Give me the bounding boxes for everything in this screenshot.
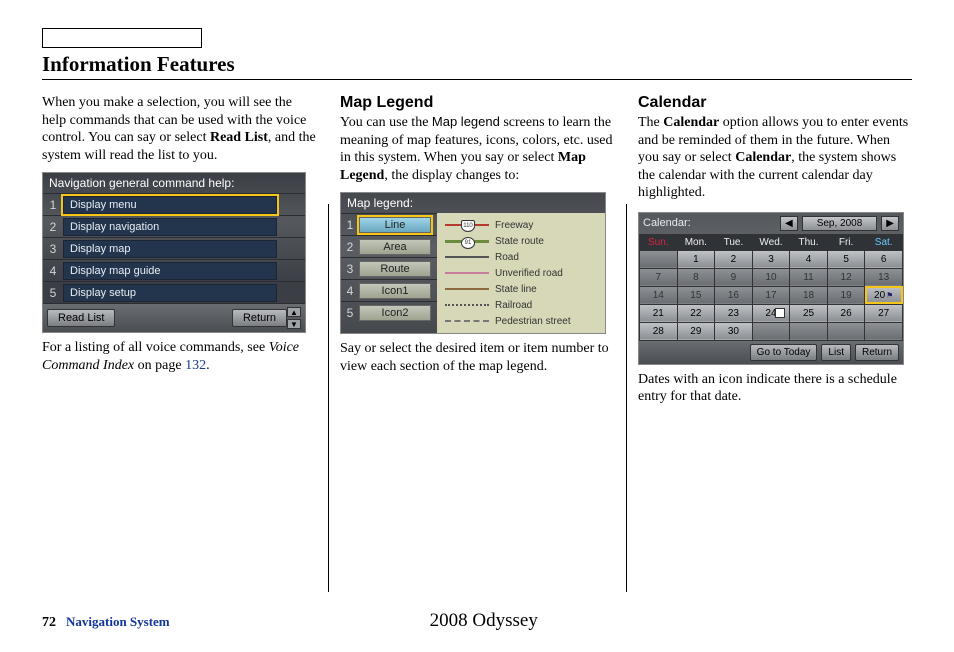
nav-screen-title: Navigation general command help: (43, 173, 305, 193)
nav-item-1[interactable]: 1Display menu (43, 193, 305, 215)
nav-help-screen: Navigation general command help: 1Displa… (42, 172, 306, 333)
section-label: Navigation System (66, 614, 170, 630)
map-tab-area[interactable]: 2Area (341, 235, 437, 257)
map-legend-panel: 110Freeway 91State route Road Unverified… (437, 213, 605, 333)
map-tabs: 1Line 2Area 3Route 4Icon1 5Icon2 (341, 213, 437, 333)
top-blank-box (42, 28, 202, 48)
cal-today[interactable]: 20 (865, 286, 903, 304)
col1-para2: For a listing of all voice commands, see… (42, 339, 316, 374)
nav-item-4[interactable]: 4Display map guide (43, 259, 305, 281)
columns: When you make a selection, you will see … (42, 94, 912, 412)
read-list-button[interactable]: Read List (47, 309, 115, 327)
map-tab-line[interactable]: 1Line (341, 213, 437, 235)
calendar-header: Calendar: ◀ Sep, 2008 ▶ (639, 213, 903, 234)
col3-para2: Dates with an icon indicate there is a s… (638, 371, 912, 406)
map-screen-title: Map legend: (341, 193, 605, 213)
cal-month-label: Sep, 2008 (802, 216, 878, 231)
nav-scroll-arrows[interactable]: ▲▼ (287, 307, 301, 329)
nav-item-5[interactable]: 5Display setup (43, 281, 305, 303)
calendar-footer: Go to Today List Return (639, 341, 903, 364)
map-tab-route[interactable]: 3Route (341, 257, 437, 279)
nav-return-button[interactable]: Return (232, 309, 287, 327)
cal-return-button[interactable]: Return (855, 344, 899, 361)
col1-para1: When you make a selection, you will see … (42, 94, 316, 164)
page-number: 72 (42, 615, 56, 631)
model-label: 2008 Odyssey (430, 610, 538, 632)
calendar-screen: Calendar: ◀ Sep, 2008 ▶ Sun. Mon. Tue. W… (638, 212, 904, 365)
col3-para1: The Calendar option allows you to enter … (638, 114, 912, 202)
col3-heading: Calendar (638, 94, 912, 112)
calendar-grid: Sun. Mon. Tue. Wed. Thu. Fri. Sat. 12345… (639, 234, 903, 341)
map-tab-icon2[interactable]: 5Icon2 (341, 301, 437, 323)
column-3: Calendar The Calendar option allows you … (626, 94, 912, 412)
shield-icon: 110 (461, 220, 475, 232)
col2-para1: You can use the Map legend screens to le… (340, 114, 614, 184)
page-footer: 72 Navigation System 2008 Odyssey (42, 610, 912, 632)
cal-event-day[interactable]: 24 (752, 304, 790, 322)
col2-para2: Say or select the desired item or item n… (340, 340, 614, 375)
shield-icon: 91 (461, 237, 475, 249)
col2-heading: Map Legend (340, 94, 614, 112)
column-1: When you make a selection, you will see … (42, 94, 328, 412)
go-to-today-button[interactable]: Go to Today (750, 344, 818, 361)
column-2: Map Legend You can use the Map legend sc… (328, 94, 626, 412)
cal-list-button[interactable]: List (821, 344, 851, 361)
page-title: Information Features (42, 52, 912, 80)
nav-button-row: Read List Return ▲▼ (43, 303, 305, 332)
cal-prev-button[interactable]: ◀ (780, 216, 798, 231)
map-legend-screen: Map legend: 1Line 2Area 3Route 4Icon1 5I… (340, 192, 606, 334)
map-tab-icon1[interactable]: 4Icon1 (341, 279, 437, 301)
nav-item-2[interactable]: 2Display navigation (43, 215, 305, 237)
nav-item-3[interactable]: 3Display map (43, 237, 305, 259)
cal-next-button[interactable]: ▶ (881, 216, 899, 231)
